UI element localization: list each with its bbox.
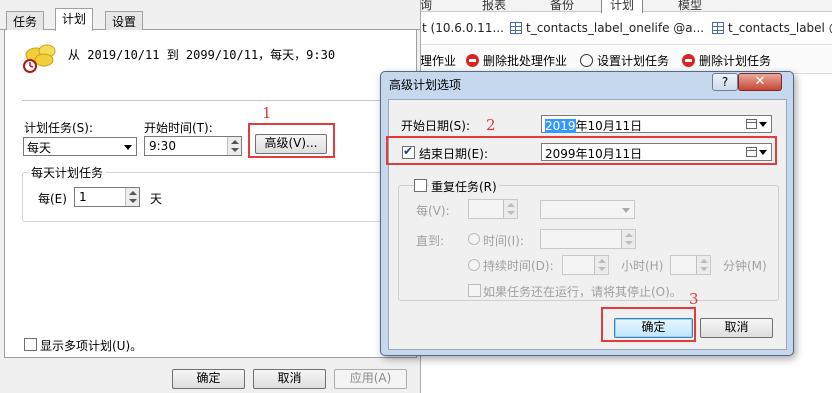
- annotation-number-1: 1: [262, 104, 272, 122]
- task-properties-dialog: 任务 计划 设置 从 2019/10/11 到 2099/10/11，每天，9:…: [0, 0, 421, 393]
- duration-label: 持续时间(D):: [483, 259, 554, 273]
- until-time-label: 时间(I):: [483, 234, 524, 248]
- start-date-picker[interactable]: 2019年10月11日: [541, 115, 772, 133]
- every-day-value: 1: [79, 190, 87, 204]
- cancel-button[interactable]: 取消: [253, 369, 326, 389]
- annotation-box-1: [248, 123, 335, 158]
- every-day-stepper[interactable]: 1: [74, 187, 140, 207]
- table-icon: [510, 22, 522, 34]
- tab-schedule[interactable]: 计划: [55, 8, 94, 31]
- bg-tab-model[interactable]: 模型: [678, 0, 702, 13]
- repeat-every-stepper[interactable]: [468, 199, 518, 219]
- background-top-tabs: 询 报表 备份 计划 模型: [420, 0, 832, 14]
- repeat-task-checkbox[interactable]: [414, 179, 427, 192]
- start-time-label: 开始时间(T):: [144, 121, 213, 135]
- repeat-every-label: 每(V):: [416, 204, 450, 218]
- spin-arrows-icon[interactable]: [696, 256, 710, 274]
- annotation-number-3: 3: [689, 290, 699, 308]
- background-toolbar: 理作业 删除批处理作业 设置计划任务 删除计划任务: [420, 46, 832, 74]
- bg-tab-backup[interactable]: 备份: [550, 0, 574, 13]
- every-day-label: 每(E): [38, 192, 67, 206]
- every-day-unit: 天: [150, 192, 163, 206]
- spin-arrows-icon[interactable]: [125, 188, 139, 206]
- spin-arrows-icon[interactable]: [621, 230, 635, 248]
- annotation-box-3: [601, 307, 696, 342]
- tab-task[interactable]: 任务: [6, 11, 45, 30]
- bg-tab-query[interactable]: 询: [420, 0, 432, 13]
- stop-if-running-checkbox[interactable]: [468, 284, 481, 297]
- stop-if-running-label: 如果任务还在运行，请将其停止(O)。: [483, 285, 682, 299]
- duration-radio[interactable]: [468, 259, 480, 271]
- start-time-stepper[interactable]: 9:30: [144, 136, 242, 156]
- clock-icon: [580, 54, 593, 67]
- editor-tab-3[interactable]: t_contacts_label @a: [712, 21, 832, 35]
- advanced-schedule-dialog: 高级计划选项 ? ✕ 开始日期(S): 2019年10月11日 结束日期(E):…: [380, 71, 794, 356]
- start-time-value: 9:30: [149, 139, 176, 153]
- schedule-task-label: 计划任务(S):: [24, 121, 94, 135]
- show-multiple-checkbox[interactable]: [24, 338, 37, 351]
- schedule-task-select[interactable]: 每天: [23, 137, 137, 156]
- toolbar-set-schedule[interactable]: 设置计划任务: [580, 52, 669, 69]
- spin-arrows-icon[interactable]: [227, 137, 241, 155]
- show-multiple-label: 显示多项计划(U)。: [40, 339, 143, 353]
- annotation-box-2: [386, 136, 777, 165]
- start-date-year: 2019: [545, 119, 576, 133]
- close-button[interactable]: ✕: [738, 73, 782, 91]
- schedule-summary: 从 2019/10/11 到 2099/10/11，每天，9:30: [68, 48, 336, 62]
- calendar-icon[interactable]: [746, 119, 757, 129]
- duration-minutes-stepper[interactable]: [670, 255, 711, 275]
- chevron-down-icon[interactable]: [759, 122, 767, 127]
- spin-arrows-icon[interactable]: [594, 256, 608, 274]
- table-icon: [712, 22, 724, 34]
- advanced-cancel-button[interactable]: 取消: [700, 318, 773, 338]
- dialog-tabs: 任务 计划 设置: [0, 8, 420, 31]
- until-label: 直到:: [416, 234, 445, 248]
- chevron-down-icon: [124, 145, 132, 150]
- help-button[interactable]: ?: [712, 73, 738, 91]
- start-date-rest: 年10月11日: [575, 119, 643, 133]
- divider: [22, 100, 410, 101]
- editor-tab-2-label: t_contacts_label_onelife @a...: [526, 21, 705, 35]
- annotation-number-2: 2: [486, 116, 496, 134]
- schedule-task-value: 每天: [27, 141, 52, 155]
- apply-button[interactable]: 应用(A): [334, 369, 407, 389]
- schedule-icon: [23, 44, 56, 73]
- chevron-down-icon: [622, 208, 630, 213]
- toolbar-delete-schedule-label: 删除计划任务: [699, 54, 772, 68]
- minutes-label: 分钟(M): [723, 259, 767, 273]
- tab-settings[interactable]: 设置: [105, 11, 144, 30]
- toolbar-delete-batch-label: 删除批处理作业: [483, 54, 568, 68]
- delete-icon: [682, 54, 695, 67]
- until-time-stepper[interactable]: [540, 229, 636, 249]
- delete-icon: [466, 54, 479, 67]
- repeat-unit-select[interactable]: [540, 200, 635, 219]
- bg-tab-report[interactable]: 报表: [482, 0, 506, 13]
- toolbar-delete-schedule[interactable]: 删除计划任务: [682, 52, 771, 69]
- hours-label: 小时(H): [621, 259, 664, 273]
- start-date-label: 开始日期(S):: [401, 119, 471, 133]
- duration-hours-stepper[interactable]: [562, 255, 609, 275]
- background-editor-tabs: t (10.6.0.11... t_contacts_label_onelife…: [420, 13, 832, 45]
- editor-tab-3-label: t_contacts_label @a: [728, 21, 832, 35]
- editor-tab-1[interactable]: t (10.6.0.11...: [422, 21, 504, 35]
- toolbar-batch-job[interactable]: 理作业: [420, 52, 456, 69]
- spin-arrows-icon[interactable]: [503, 200, 517, 218]
- toolbar-set-schedule-label: 设置计划任务: [597, 54, 670, 68]
- dialog-title: 高级计划选项: [389, 78, 462, 92]
- repeat-task-label: 重复任务(R): [429, 178, 499, 195]
- ok-button[interactable]: 确定: [172, 369, 245, 389]
- until-time-radio[interactable]: [468, 233, 480, 245]
- toolbar-delete-batch-job[interactable]: 删除批处理作业: [466, 52, 567, 69]
- bg-tab-schedule[interactable]: 计划: [601, 0, 644, 14]
- daily-schedule-group-title: 每天计划任务: [28, 164, 107, 181]
- editor-tab-2[interactable]: t_contacts_label_onelife @a...: [510, 21, 704, 35]
